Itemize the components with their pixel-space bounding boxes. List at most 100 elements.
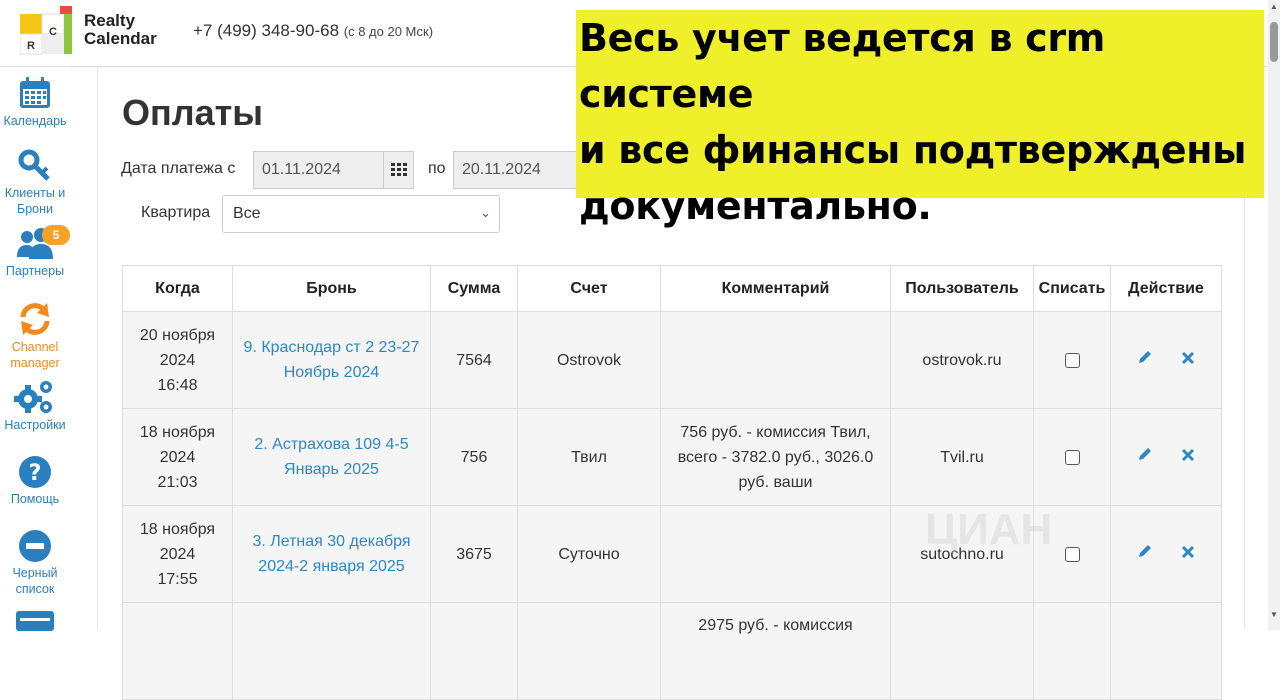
cell-user — [890, 602, 1034, 700]
scroll-up-icon[interactable]: ▲ — [1268, 2, 1280, 11]
sidebar-item-partners[interactable]: 5 Партнеры — [0, 225, 70, 279]
table-header-row: Когда Бронь Сумма Счет Комментарий Польз… — [122, 265, 1222, 312]
cell-comment — [660, 505, 891, 603]
cell-booking: 2. Астрахова 109 4-5 Январь 2025 — [232, 408, 431, 506]
cell-writeoff — [1033, 602, 1111, 700]
col-comment[interactable]: Комментарий — [660, 265, 891, 312]
cell-account: Твил — [517, 408, 661, 506]
cell-booking: 3. Летная 30 декабря 2024-2 января 2025 — [232, 505, 431, 603]
sidebar-item-label: Настройки — [4, 418, 66, 432]
banner-line-1: Весь учет ведется в crm системе — [579, 16, 1106, 116]
cell-when: 20 ноября 2024 16:48 — [122, 311, 233, 409]
key-icon — [18, 149, 50, 181]
col-writeoff[interactable]: Списать — [1033, 265, 1111, 312]
apartment-select-value: Все — [233, 205, 261, 222]
sidebar-more-icon[interactable] — [16, 611, 54, 636]
minus-circle-icon — [19, 530, 51, 562]
calendar-icon — [20, 77, 50, 108]
edit-pencil-icon[interactable] — [1137, 542, 1153, 567]
table-row: 2975 руб. - комиссия — [122, 602, 1222, 700]
logo-letter-r: R — [27, 40, 35, 52]
cell-when: 18 ноября 2024 21:03 — [122, 408, 233, 506]
sidebar-item-calendar[interactable]: Календарь — [0, 75, 70, 129]
cell-writeoff — [1033, 408, 1111, 506]
cell-user: Tvil.ru — [890, 408, 1034, 506]
banner-line-2: и все финансы подтверждены — [579, 128, 1247, 172]
watermark: ЦИАН — [925, 505, 1053, 554]
delete-close-icon[interactable] — [1181, 445, 1195, 470]
col-booking[interactable]: Бронь — [232, 265, 431, 312]
cell-user: ostrovok.ru — [890, 311, 1034, 409]
sidebar-item-clients[interactable]: Клиенты и Брони — [0, 149, 70, 217]
col-when[interactable]: Когда — [122, 265, 233, 312]
delete-close-icon[interactable] — [1181, 542, 1195, 567]
sidebar-item-label: Календарь — [3, 114, 67, 128]
cell-sum: 756 — [430, 408, 518, 506]
writeoff-checkbox[interactable] — [1064, 352, 1080, 368]
scrollbar-thumb[interactable] — [1270, 22, 1278, 62]
brand-line-1: Realty — [84, 11, 136, 30]
cell-writeoff — [1033, 311, 1111, 409]
cell-booking — [232, 602, 431, 700]
page-title: Оплаты — [122, 92, 264, 133]
phone-number[interactable]: +7 (499) 348-90-68 (с 8 до 20 Мск) — [193, 21, 433, 41]
cell-comment — [660, 311, 891, 409]
cell-account — [517, 602, 661, 700]
question-icon: ? — [19, 456, 51, 488]
col-action[interactable]: Действие — [1110, 265, 1222, 312]
sidebar-item-help[interactable]: ? Помощь — [0, 455, 70, 507]
sidebar-item-label: Клиенты и Брони — [4, 186, 66, 216]
content-divider — [97, 67, 98, 630]
apartment-select[interactable]: Все ⌄ — [222, 195, 500, 233]
sync-icon — [20, 303, 50, 335]
page-scrollbar[interactable]: ▲ ▼ — [1268, 0, 1280, 630]
cell-sum: 7564 — [430, 311, 518, 409]
cell-comment: 756 руб. - комиссия Твил, всего - 3782.0… — [660, 408, 891, 506]
brand-line-2: Calendar — [84, 29, 157, 48]
cell-sum — [430, 602, 518, 700]
sidebar-item-blacklist[interactable]: Черный список — [0, 529, 70, 597]
list-icon — [16, 611, 54, 631]
grid-icon — [390, 163, 407, 176]
payments-table: Когда Бронь Сумма Счет Комментарий Польз… — [122, 265, 1222, 700]
brand-name: Realty Calendar — [84, 12, 157, 48]
table-row: 18 ноября 2024 17:55 3. Летная 30 декабря … — [122, 505, 1222, 603]
sidebar-item-label: Партнеры — [5, 264, 65, 278]
scroll-down-icon[interactable]: ▼ — [1268, 610, 1280, 619]
table-row: 18 ноября 2024 21:03 2. Астрахова 109 4-5 … — [122, 408, 1222, 506]
edit-pencil-icon[interactable] — [1137, 348, 1153, 373]
writeoff-checkbox[interactable] — [1064, 449, 1080, 465]
delete-close-icon[interactable] — [1181, 348, 1195, 373]
col-user[interactable]: Пользователь — [890, 265, 1034, 312]
partners-badge: 5 — [42, 225, 70, 245]
cell-action — [1110, 311, 1222, 409]
col-account[interactable]: Счет — [517, 265, 661, 312]
cell-action — [1110, 505, 1222, 603]
apartment-label: Квартира — [141, 204, 211, 221]
booking-link[interactable]: 9. Краснодар ст 2 23-27 Ноябрь 2024 — [244, 339, 420, 381]
sidebar-item-label: Черный список — [12, 566, 58, 596]
sidebar-item-settings[interactable]: Настройки — [0, 379, 70, 433]
sidebar-item-channel-manager[interactable]: Channel manager — [0, 301, 70, 371]
writeoff-checkbox[interactable] — [1064, 546, 1080, 562]
booking-link[interactable]: 2. Астрахова 109 4-5 Январь 2025 — [254, 436, 408, 478]
booking-link[interactable]: 3. Летная 30 декабря 2024-2 января 2025 — [252, 533, 410, 575]
cell-sum: 3675 — [430, 505, 518, 603]
gears-icon — [14, 381, 52, 413]
cell-action — [1110, 602, 1222, 700]
date-from-label: Дата платежа с — [121, 160, 236, 177]
date-from-input[interactable]: 01.11.2024 — [253, 151, 384, 189]
sidebar: Календарь Клиенты и Брони 5 Партнеры Cha… — [0, 67, 70, 631]
edit-pencil-icon[interactable] — [1137, 445, 1153, 470]
chevron-down-icon: ⌄ — [480, 205, 491, 220]
date-to-label: по — [428, 160, 446, 177]
logo[interactable]: C R — [19, 6, 72, 56]
sidebar-item-label: Помощь — [10, 492, 60, 506]
sidebar-item-label: Channel manager — [10, 340, 60, 370]
content-divider-right — [1244, 180, 1245, 630]
logo-letter-c: C — [49, 26, 57, 38]
table-row: 20 ноября 2024 16:48 9. Краснодар ст 2 23-… — [122, 311, 1222, 409]
date-to-input[interactable]: 20.11.2024 — [453, 151, 583, 189]
date-from-calendar-button[interactable] — [384, 151, 414, 189]
col-sum[interactable]: Сумма — [430, 265, 518, 312]
